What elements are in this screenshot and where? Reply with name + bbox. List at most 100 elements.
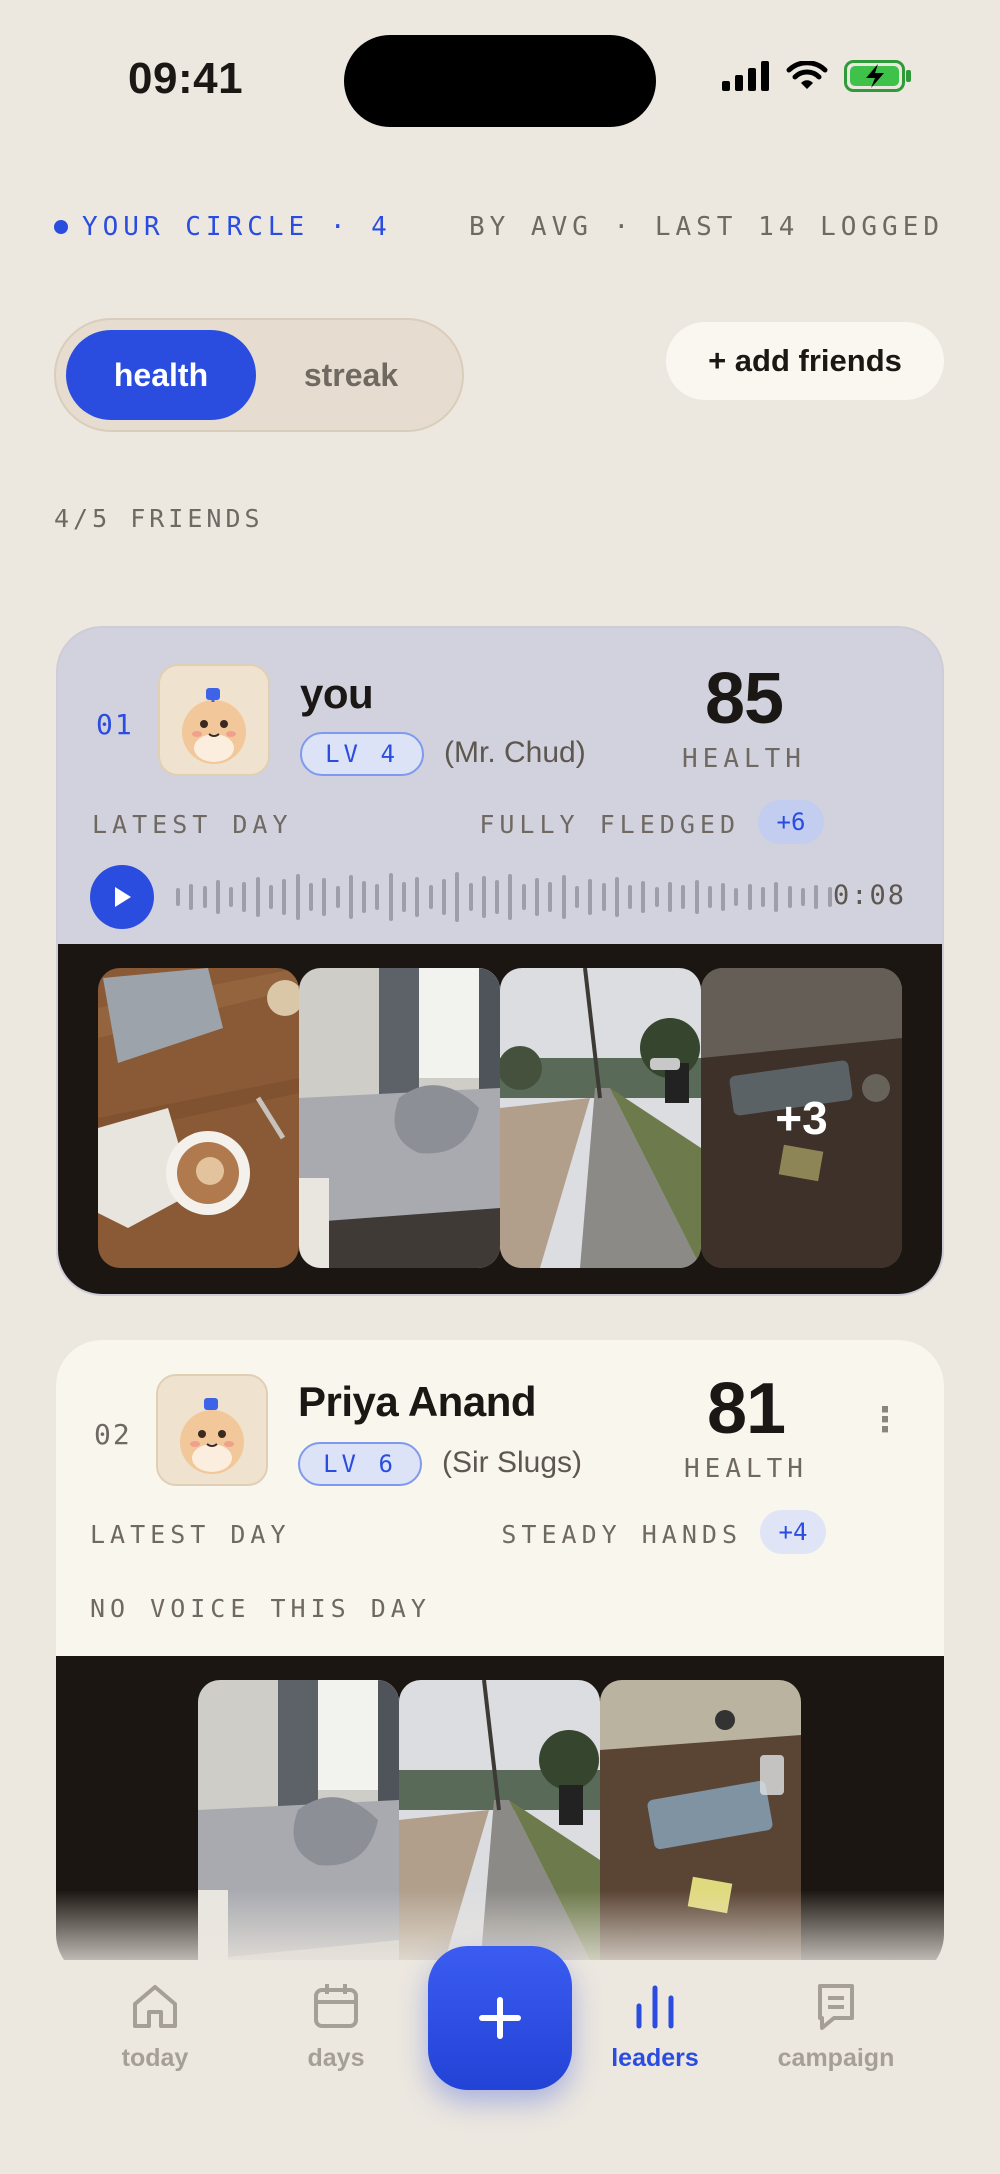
waveform-bar <box>827 887 832 907</box>
waveform-bar <box>721 883 726 911</box>
latest-day-label: LATEST DAY <box>90 1520 291 1549</box>
waveform-bar <box>774 882 779 912</box>
avatar <box>158 664 270 776</box>
achievement-title: FULLY FLEDGED <box>479 810 740 839</box>
achievement-delta: +4 <box>760 1510 826 1554</box>
waveform-bar <box>601 883 606 911</box>
waveform-bar <box>508 874 513 920</box>
nav-days-label: days <box>307 2044 365 2072</box>
circle-sort-label[interactable]: BY AVG · LAST 14 LOGGED <box>469 212 944 242</box>
more-photos-count: +3 <box>775 1092 828 1144</box>
waveform-bar <box>362 881 367 913</box>
health-label: HEALTH <box>684 1454 808 1484</box>
toggle-streak[interactable]: streak <box>256 330 446 420</box>
waveform-bar <box>375 884 380 910</box>
plus-icon <box>479 1997 521 2039</box>
waveform-bar <box>495 880 500 914</box>
nav-today-label: today <box>121 2044 189 2072</box>
play-icon <box>115 887 131 907</box>
waveform-bar <box>295 874 300 920</box>
mascot-icon <box>182 688 246 764</box>
waveform-bar <box>455 872 460 922</box>
voice-duration: 0:08 <box>832 880 906 911</box>
photo-desk-more[interactable]: +3 <box>701 968 902 1268</box>
photo-strip: +3 <box>58 944 942 1294</box>
toggle-health[interactable]: health <box>66 330 256 420</box>
nav-leaders-label: leaders <box>611 2044 699 2072</box>
waveform-bar <box>388 873 393 921</box>
photo-sidewalk[interactable] <box>500 968 701 1268</box>
nav-days[interactable]: days <box>266 1980 406 2073</box>
voice-note <box>90 864 832 930</box>
health-label: HEALTH <box>682 744 806 774</box>
more-icon[interactable]: ⋮ <box>868 1400 902 1440</box>
waveform-bar <box>521 884 526 910</box>
nav-campaign[interactable]: campaign <box>766 1980 906 2073</box>
waveform-bar <box>747 884 752 910</box>
dynamic-island <box>344 35 656 127</box>
waveform-bar <box>734 888 739 906</box>
latest-day-label: LATEST DAY <box>92 810 293 839</box>
waveform-bar <box>761 887 766 907</box>
waveform-bar <box>535 878 540 916</box>
photo-bedroom[interactable] <box>299 968 500 1268</box>
waveform-bar <box>215 880 220 914</box>
waveform-bar <box>548 882 553 912</box>
play-button[interactable] <box>90 865 154 929</box>
battery-icon <box>844 60 911 92</box>
circle-header: YOUR CIRCLE · 4 BY AVG · LAST 14 LOGGED <box>54 212 944 242</box>
mascot-icon <box>180 1398 244 1474</box>
waveform-bar <box>402 882 407 912</box>
player-name: you <box>300 670 374 717</box>
waveform-bar <box>441 879 446 915</box>
add-entry-button[interactable] <box>428 1946 572 2090</box>
rank-number: 02 <box>94 1418 132 1451</box>
level-badge: LV 6 <box>298 1442 422 1486</box>
waveform-bar <box>628 885 633 909</box>
waveform-bar <box>308 883 313 911</box>
level-badge: LV 4 <box>300 732 424 776</box>
waveform-bar <box>588 879 593 915</box>
waveform-bar <box>282 879 287 915</box>
waveform-bar <box>242 882 247 912</box>
waveform-bar <box>189 884 194 910</box>
waveform-bar <box>415 877 420 917</box>
nav-campaign-label: campaign <box>777 2044 895 2072</box>
waveform-bar <box>614 877 619 917</box>
add-friends-button[interactable]: + add friends <box>666 322 944 400</box>
friends-count: 4/5 FRIENDS <box>54 504 264 533</box>
waveform-bar <box>800 888 805 906</box>
player-name: Priya Anand <box>298 1378 537 1425</box>
player-nickname: (Mr. Chud) <box>444 736 586 769</box>
leader-card-priya[interactable]: 02 Priya Anand LV 6 (Sir Slugs) 81 HEALT… <box>56 1340 944 1980</box>
circle-label: YOUR CIRCLE · 4 <box>82 212 392 242</box>
circle-title: YOUR CIRCLE · 4 <box>54 212 392 242</box>
waveform-bar <box>348 875 353 919</box>
health-score: 85 <box>704 659 784 739</box>
waveform-bar <box>641 881 646 913</box>
waveform[interactable] <box>176 869 832 925</box>
rank-number: 01 <box>96 708 134 741</box>
wifi-icon <box>786 61 828 89</box>
bar-chart-icon <box>636 1985 674 2029</box>
waveform-bar <box>681 885 686 909</box>
player-nickname: (Sir Slugs) <box>442 1446 583 1479</box>
calendar-icon <box>314 1984 358 2028</box>
nav-today[interactable]: today <box>85 1980 225 2073</box>
photo-coffee-table[interactable] <box>98 968 299 1268</box>
waveform-bar <box>481 876 486 918</box>
waveform-bar <box>176 888 180 906</box>
achievement-delta: +6 <box>758 800 824 844</box>
waveform-bar <box>335 886 340 908</box>
waveform-bar <box>707 886 712 908</box>
leader-card-you[interactable]: 01 you LV 4 (Mr. Chud) 85 HEALTH LATEST … <box>56 626 944 1296</box>
waveform-bar <box>202 886 207 908</box>
waveform-bar <box>269 885 274 909</box>
home-icon <box>133 1985 177 2028</box>
achievement-title: STEADY HANDS <box>501 1520 742 1549</box>
waveform-bar <box>694 880 699 914</box>
waveform-bar <box>255 877 260 917</box>
status-time: 09:41 <box>128 54 244 103</box>
waveform-bar <box>229 887 234 907</box>
nav-leaders[interactable]: leaders <box>585 1980 725 2073</box>
